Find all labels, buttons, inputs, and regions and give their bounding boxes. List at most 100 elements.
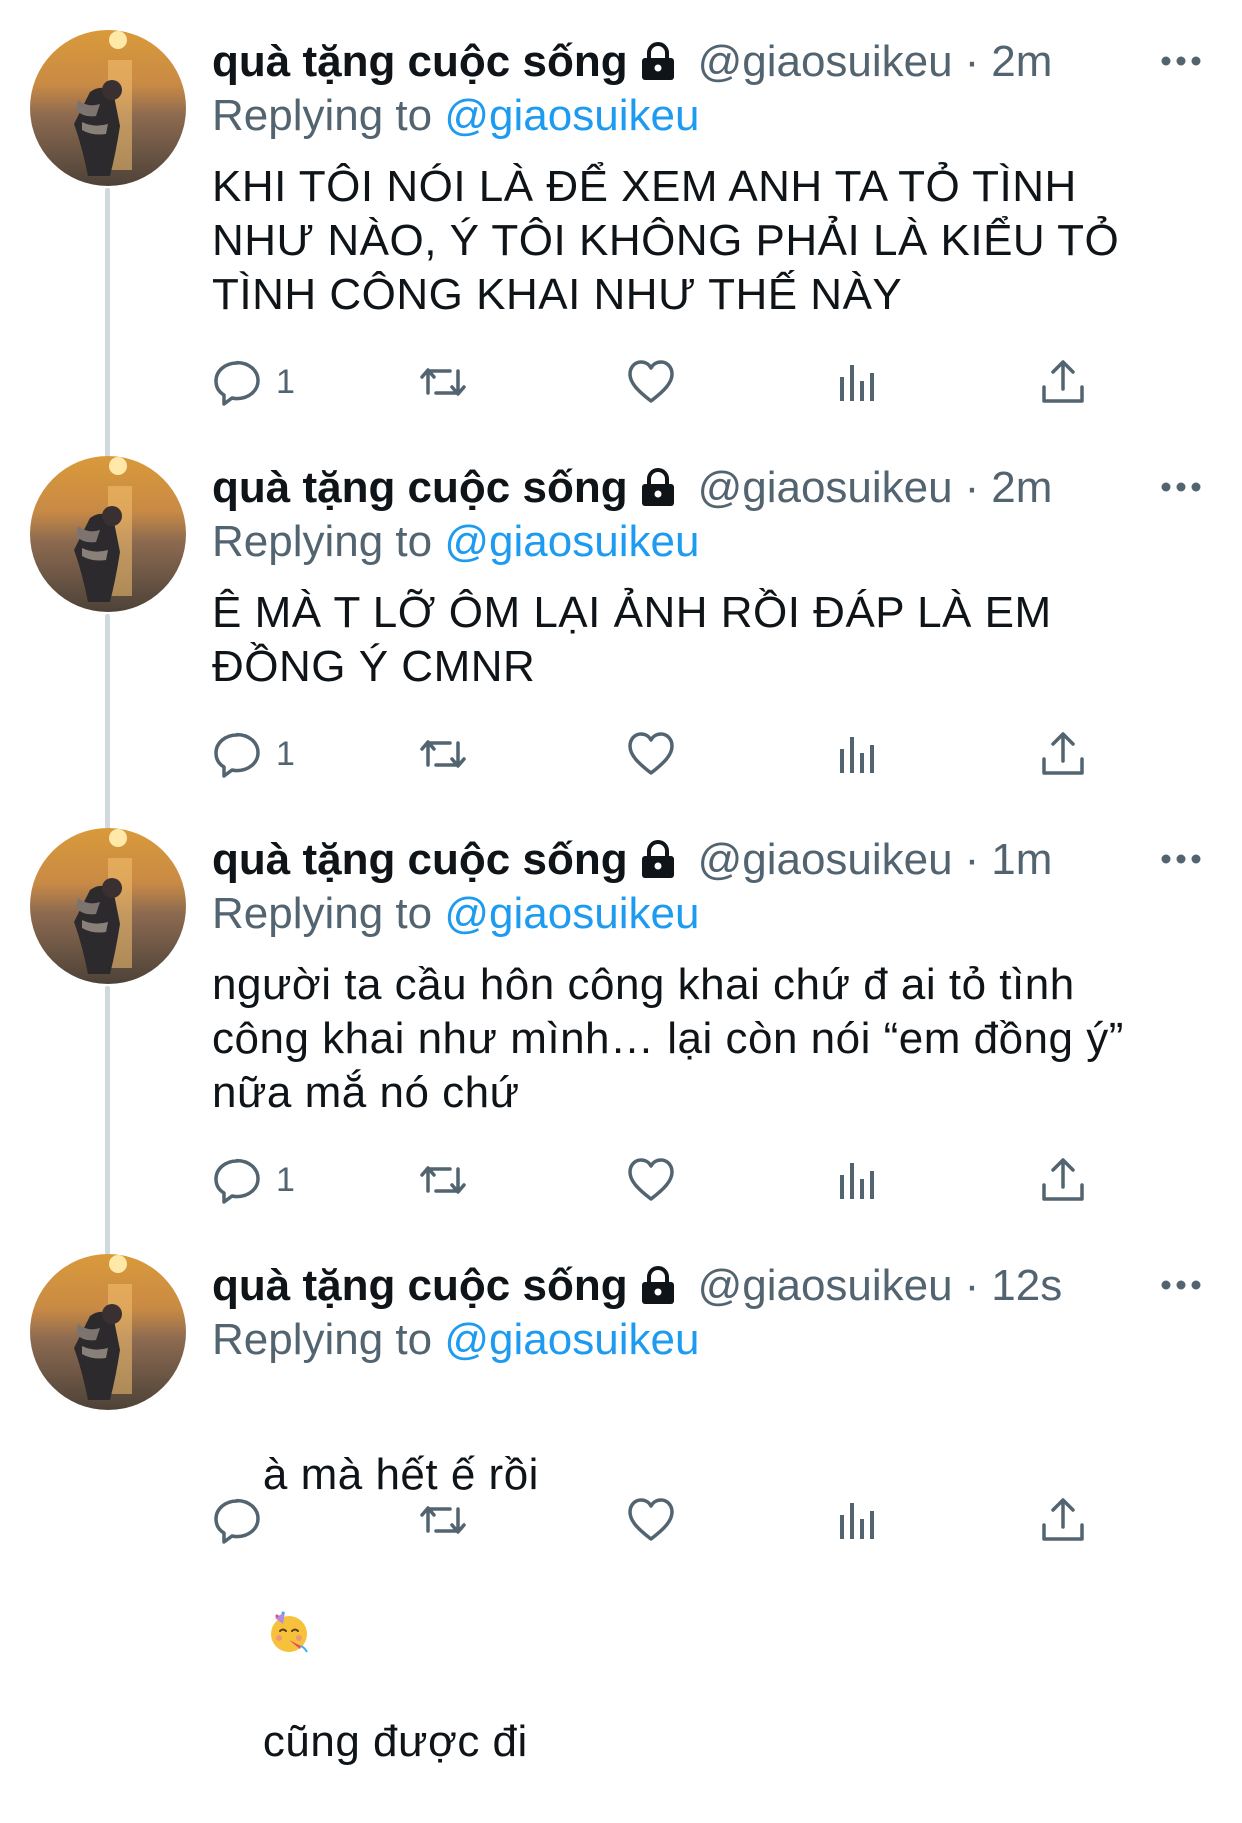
more-icon[interactable]: [1160, 1272, 1202, 1298]
reply-icon: [214, 1498, 260, 1544]
retweet-icon: [420, 368, 466, 396]
user-handle[interactable]: @giaosuikeu: [698, 832, 953, 888]
retweet-icon: [420, 740, 466, 768]
separator-dot: ·: [964, 1261, 980, 1310]
analytics-icon: [840, 1163, 874, 1199]
share-button[interactable]: [1038, 1492, 1088, 1548]
action-bar: 1: [212, 1152, 1112, 1208]
like-button[interactable]: [626, 354, 676, 410]
tweet-header: quà tặng cuộc sống @giaosuikeu · 2m: [212, 460, 1052, 516]
action-bar: [212, 1492, 1112, 1548]
replying-to-label: Replying to: [212, 889, 433, 938]
avatar[interactable]: [30, 30, 186, 186]
tweet-header: quà tặng cuộc sống @giaosuikeu · 1m: [212, 832, 1052, 888]
more-icon[interactable]: [1160, 48, 1202, 74]
replying-to-label: Replying to: [212, 517, 433, 566]
lock-icon: [636, 838, 680, 882]
retweet-icon: [420, 1506, 466, 1534]
tweet[interactable]: quà tặng cuộc sống @giaosuikeu · 2m Repl…: [0, 426, 1242, 806]
avatar[interactable]: [30, 1254, 186, 1410]
more-icon[interactable]: [1160, 474, 1202, 500]
timestamp[interactable]: 1m: [991, 832, 1052, 888]
replying-to-mention[interactable]: @giaosuikeu: [444, 517, 699, 566]
reply-icon: [214, 732, 260, 778]
retweet-button[interactable]: [418, 726, 468, 782]
like-icon: [628, 1498, 674, 1541]
reply-button[interactable]: [212, 1492, 276, 1548]
lock-icon: [636, 40, 680, 84]
separator-dot: ·: [964, 463, 980, 512]
lock-icon: [636, 1264, 680, 1308]
share-icon: [1042, 360, 1084, 403]
share-button[interactable]: [1038, 1152, 1088, 1208]
retweet-button[interactable]: [418, 354, 468, 410]
reply-count: 1: [276, 1160, 295, 1199]
replying-to: Replying to @giaosuikeu: [212, 888, 699, 940]
analytics-icon: [840, 737, 874, 773]
display-name[interactable]: quà tặng cuộc sống: [212, 1258, 628, 1314]
tweet[interactable]: quà tặng cuộc sống @giaosuikeu · 2m Repl…: [0, 0, 1242, 440]
more-icon[interactable]: [1160, 846, 1202, 872]
analytics-button[interactable]: [832, 354, 882, 410]
tweet-text: Ê MÀ T LỠ ÔM LẠI ẢNH RỒI ĐÁP LÀ EM ĐỒNG …: [212, 588, 1052, 691]
retweet-button[interactable]: [418, 1152, 468, 1208]
timestamp[interactable]: 12s: [991, 1258, 1062, 1314]
reply-button[interactable]: 1: [212, 354, 295, 410]
reply-count: 1: [276, 734, 295, 773]
reply-button[interactable]: 1: [212, 1152, 295, 1208]
avatar[interactable]: [30, 456, 186, 612]
lock-icon: [636, 466, 680, 510]
retweet-button[interactable]: [418, 1492, 468, 1548]
like-button[interactable]: [626, 726, 676, 782]
like-icon: [628, 1158, 674, 1201]
display-name[interactable]: quà tặng cuộc sống: [212, 832, 628, 888]
share-button[interactable]: [1038, 726, 1088, 782]
tweet-text: người ta cầu hôn công khai chứ đ ai tỏ t…: [212, 960, 1124, 1117]
tweet-header: quà tặng cuộc sống @giaosuikeu · 2m: [212, 34, 1052, 90]
share-icon: [1042, 1158, 1084, 1201]
reply-button[interactable]: 1: [212, 726, 295, 782]
retweet-icon: [420, 1166, 466, 1194]
replying-to-label: Replying to: [212, 91, 433, 140]
analytics-button[interactable]: [832, 1492, 882, 1548]
like-button[interactable]: [626, 1152, 676, 1208]
action-bar: 1: [212, 354, 1112, 410]
tweet[interactable]: quà tặng cuộc sống @giaosuikeu · 1m Repl…: [0, 798, 1242, 1228]
replying-to-mention[interactable]: @giaosuikeu: [444, 91, 699, 140]
user-handle[interactable]: @giaosuikeu: [698, 460, 953, 516]
share-icon: [1042, 732, 1084, 775]
like-button[interactable]: [626, 1492, 676, 1548]
user-handle[interactable]: @giaosuikeu: [698, 34, 953, 90]
analytics-icon: [840, 365, 874, 401]
user-handle[interactable]: @giaosuikeu: [698, 1258, 953, 1314]
share-icon: [1042, 1498, 1084, 1541]
tweet-text-part: cũng được đi: [262, 1717, 528, 1766]
action-bar: 1: [212, 726, 1112, 782]
replying-to: Replying to @giaosuikeu: [212, 1314, 699, 1366]
tweet-header: quà tặng cuộc sống @giaosuikeu · 12s: [212, 1258, 1062, 1314]
replying-to: Replying to @giaosuikeu: [212, 516, 699, 568]
reply-icon: [214, 360, 260, 406]
display-name[interactable]: quà tặng cuộc sống: [212, 34, 628, 90]
reply-count: 1: [276, 362, 295, 401]
tweet-text: à mà hết ế rồi cũng được đi: [212, 1394, 1202, 1823]
timestamp[interactable]: 2m: [991, 34, 1052, 90]
timestamp[interactable]: 2m: [991, 460, 1052, 516]
avatar[interactable]: [30, 828, 186, 984]
tweet[interactable]: quà tặng cuộc sống @giaosuikeu · 12s Rep…: [0, 1224, 1242, 1766]
replying-to-mention[interactable]: @giaosuikeu: [444, 1315, 699, 1364]
like-icon: [628, 360, 674, 403]
reply-icon: [214, 1158, 260, 1204]
tweet-text: KHI TÔI NÓI LÀ ĐỂ XEM ANH TA TỎ TÌNH NHƯ…: [212, 162, 1120, 319]
like-icon: [628, 732, 674, 775]
separator-dot: ·: [964, 37, 980, 86]
separator-dot: ·: [964, 835, 980, 884]
share-button[interactable]: [1038, 354, 1088, 410]
replying-to-label: Replying to: [212, 1315, 433, 1364]
analytics-icon: [840, 1503, 874, 1539]
display-name[interactable]: quà tặng cuộc sống: [212, 460, 628, 516]
replying-to: Replying to @giaosuikeu: [212, 90, 699, 142]
analytics-button[interactable]: [832, 726, 882, 782]
replying-to-mention[interactable]: @giaosuikeu: [444, 889, 699, 938]
analytics-button[interactable]: [832, 1152, 882, 1208]
